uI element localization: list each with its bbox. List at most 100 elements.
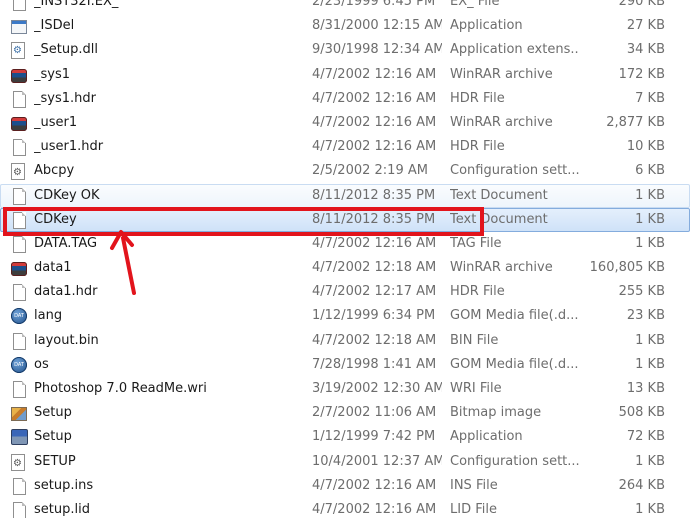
file-size: 10 KB xyxy=(626,139,665,155)
file-row[interactable]: _user1.hdr 4/7/2002 12:16 AM HDR File 10 KB xyxy=(0,135,690,159)
document-icon xyxy=(13,0,26,11)
file-row[interactable]: DATA.TAG 4/7/2002 12:16 AM TAG File 1 KB xyxy=(0,232,690,256)
dll-icon xyxy=(11,42,25,60)
file-size: 23 KB xyxy=(626,308,665,324)
file-row[interactable]: _user1 4/7/2002 12:16 AM WinRAR archive 2,8… xyxy=(0,111,690,135)
file-row[interactable]: _sys1 4/7/2002 12:16 AM WinRAR archive 172 … xyxy=(0,63,690,87)
file-type: LID File xyxy=(450,501,497,517)
file-list[interactable]: _INST32I.EX_ 2/23/1999 6:45 PM EX_ File 290… xyxy=(0,0,690,518)
file-date-modified: 4/7/2002 12:16 AM xyxy=(312,501,437,517)
file-size: 1 KB xyxy=(635,235,665,251)
file-date-modified: 4/7/2002 12:18 AM xyxy=(312,332,437,348)
gom-media-icon xyxy=(11,308,27,325)
file-row[interactable]: setup.lid 4/7/2002 12:16 AM LID File 1 KB xyxy=(0,498,690,518)
file-name: Abcpy xyxy=(34,163,75,179)
application-icon xyxy=(11,20,27,35)
file-name: Setup xyxy=(34,405,72,421)
file-row[interactable]: data1.hdr 4/7/2002 12:17 AM HDR File 255 KB xyxy=(0,280,690,304)
file-row[interactable]: Setup 2/7/2002 11:06 AM Bitmap image 508 KB xyxy=(0,401,690,425)
file-row[interactable]: lang 1/12/1999 6:34 PM GOM Media file(.d..… xyxy=(0,304,690,328)
gom-media-icon xyxy=(11,356,27,373)
file-type: GOM Media file(.d... xyxy=(450,356,579,372)
file-size: 7 KB xyxy=(635,90,665,106)
file-row[interactable]: _ISDel 8/31/2000 12:15 AM Application 27 KB xyxy=(0,14,690,38)
file-size: 13 KB xyxy=(626,381,665,396)
file-name: CDKey OK xyxy=(34,187,100,203)
file-size: 1 KB xyxy=(635,453,665,469)
file-type: Configuration sett... xyxy=(450,453,580,469)
file-date-modified: 2/23/1999 6:45 PM xyxy=(312,0,436,9)
file-type: HDR File xyxy=(450,284,505,300)
file-row[interactable]: os 7/28/1998 1:41 AM GOM Media file(.d... 1… xyxy=(0,353,690,377)
file-date-modified: 4/7/2002 12:16 AM xyxy=(312,235,437,251)
file-size: 1 KB xyxy=(635,501,665,517)
file-name: lang xyxy=(34,308,63,324)
file-type: Application xyxy=(450,18,523,34)
file-name: data1.hdr xyxy=(34,284,98,300)
file-type: HDR File xyxy=(450,139,505,155)
file-size: 290 KB xyxy=(618,0,665,9)
document-icon xyxy=(13,139,26,157)
file-name: CDKey xyxy=(34,211,77,227)
file-date-modified: 2/7/2002 11:06 AM xyxy=(312,405,437,421)
file-date-modified: 4/7/2002 12:16 AM xyxy=(312,114,437,130)
file-row[interactable]: _Setup.dll 9/30/1998 12:34 AM Application … xyxy=(0,38,690,62)
file-row[interactable]: setup.ins 4/7/2002 12:16 AM INS File 264 KB xyxy=(0,474,690,498)
file-row[interactable]: _INST32I.EX_ 2/23/1999 6:45 PM EX_ File 290… xyxy=(0,0,690,14)
file-row[interactable]: CDKey OK 8/11/2012 8:35 PM Text Document 1 … xyxy=(0,183,690,208)
file-date-modified: 3/19/2002 12:30 AM xyxy=(312,381,442,396)
file-name: data1 xyxy=(34,260,72,276)
file-name: setup.ins xyxy=(34,477,94,493)
file-name: _sys1 xyxy=(34,66,71,82)
file-type: WinRAR archive xyxy=(450,114,553,130)
file-row[interactable]: CDKey 8/11/2012 8:35 PM Text Document 1 KB xyxy=(0,207,690,232)
document-icon xyxy=(13,187,26,205)
file-type: Application xyxy=(450,429,523,445)
file-size: 1 KB xyxy=(635,187,665,203)
file-type: GOM Media file(.d... xyxy=(450,308,579,324)
file-type: TAG File xyxy=(450,235,502,251)
file-size: 1 KB xyxy=(635,356,665,372)
document-icon xyxy=(13,211,26,229)
file-size: 160,805 KB xyxy=(589,260,665,276)
file-row[interactable]: data1 4/7/2002 12:18 AM WinRAR archive 160,… xyxy=(0,256,690,280)
file-type: EX_ File xyxy=(450,0,500,9)
file-type: WinRAR archive xyxy=(450,66,553,82)
file-size: 34 KB xyxy=(626,42,665,58)
file-date-modified: 10/4/2001 12:37 AM xyxy=(312,453,442,469)
file-row[interactable]: Setup 1/12/1999 7:42 PM Application 72 KB xyxy=(0,425,690,449)
config-icon xyxy=(11,163,25,181)
file-row[interactable]: Photoshop 7.0 ReadMe.wri 3/19/2002 12:30 … xyxy=(0,377,690,401)
file-name: DATA.TAG xyxy=(34,235,98,251)
file-row[interactable]: _sys1.hdr 4/7/2002 12:16 AM HDR File 7 KB xyxy=(0,87,690,111)
file-date-modified: 2/5/2002 2:19 AM xyxy=(312,163,428,179)
file-size: 172 KB xyxy=(618,66,665,82)
file-type: Bitmap image xyxy=(450,405,542,421)
file-name: _sys1.hdr xyxy=(34,90,96,106)
file-row[interactable]: Abcpy 2/5/2002 2:19 AM Configuration sett.… xyxy=(0,159,690,183)
file-row[interactable]: SETUP 10/4/2001 12:37 AM Configuration set… xyxy=(0,450,690,474)
file-size: 2,877 KB xyxy=(606,114,665,130)
file-size: 1 KB xyxy=(635,211,665,227)
file-name: Setup xyxy=(34,429,72,445)
file-name: _user1.hdr xyxy=(34,139,104,155)
file-date-modified: 4/7/2002 12:17 AM xyxy=(312,284,437,300)
file-size: 27 KB xyxy=(626,18,665,34)
file-date-modified: 9/30/1998 12:34 AM xyxy=(312,42,442,58)
document-icon xyxy=(13,235,26,253)
file-row[interactable]: layout.bin 4/7/2002 12:18 AM BIN File 1 KB xyxy=(0,329,690,353)
file-name: _ISDel xyxy=(34,18,75,34)
file-name: _INST32I.EX_ xyxy=(34,0,119,9)
file-type: Configuration sett... xyxy=(450,163,580,179)
file-type: Text Document xyxy=(450,211,548,227)
file-date-modified: 7/28/1998 1:41 AM xyxy=(312,356,437,372)
file-date-modified: 4/7/2002 12:16 AM xyxy=(312,477,437,493)
file-name: SETUP xyxy=(34,453,76,469)
file-size: 6 KB xyxy=(635,163,665,179)
file-type: HDR File xyxy=(450,90,505,106)
file-date-modified: 8/11/2012 8:35 PM xyxy=(312,211,436,227)
file-date-modified: 4/7/2002 12:16 AM xyxy=(312,66,437,82)
file-type: BIN File xyxy=(450,332,499,348)
file-date-modified: 8/31/2000 12:15 AM xyxy=(312,18,442,34)
file-name: _Setup.dll xyxy=(34,42,98,58)
